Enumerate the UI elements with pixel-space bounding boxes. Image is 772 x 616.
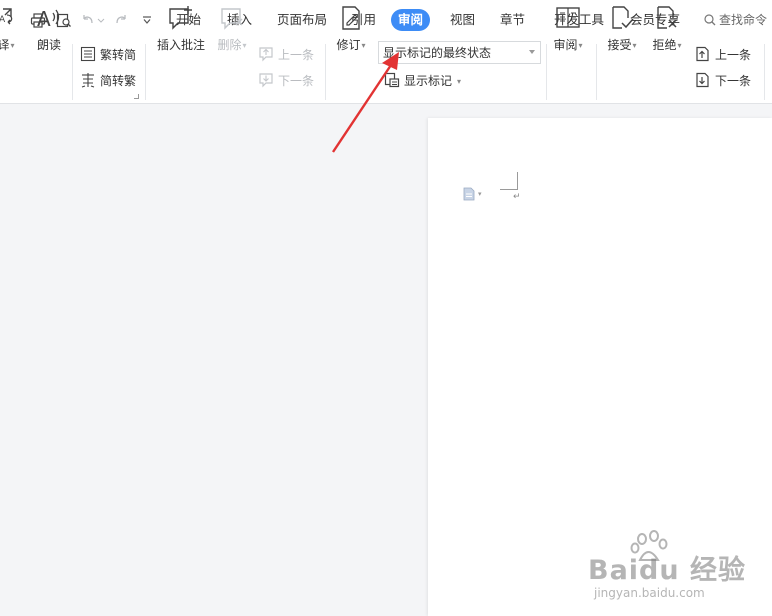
separator	[72, 44, 73, 100]
reject-label: 拒绝	[652, 38, 677, 52]
paragraph-mark-icon: ↵	[513, 192, 521, 202]
previous-change-label: 上一条	[715, 47, 752, 62]
traditional-to-simplified-button[interactable]: 繁转简	[80, 44, 136, 64]
show-markup-icon	[384, 72, 400, 88]
delete-label: 删除	[217, 38, 242, 52]
markup-mode-value: 显示标记的最终状态	[383, 46, 492, 60]
track-changes-icon	[336, 4, 366, 32]
translate-button[interactable]: A 翻译▾	[0, 4, 22, 60]
delete-comment-icon	[217, 4, 247, 32]
separator	[596, 44, 597, 100]
translate-icon: A	[0, 4, 15, 32]
insert-comment-icon	[166, 4, 196, 32]
separator	[764, 44, 765, 100]
command-search[interactable]: 查找命令	[704, 9, 767, 31]
previous-change-icon	[696, 46, 709, 62]
search-icon	[704, 14, 716, 26]
track-changes-button[interactable]: 修订 ▾	[329, 4, 373, 60]
read-aloud-button[interactable]: A 朗读	[27, 4, 71, 60]
delete-comment-button[interactable]: 删除 ▾	[210, 4, 254, 60]
translate-label: 翻译	[0, 38, 10, 52]
traditional-to-simplified-label: 繁转简	[100, 47, 137, 62]
baidu-watermark: Baidu 经验 jingyan.baidu.com	[588, 530, 745, 610]
tab-review[interactable]: 审阅	[391, 9, 431, 31]
next-change-button[interactable]: 下一条	[695, 70, 751, 90]
next-comment-label: 下一条	[278, 73, 315, 88]
accept-label: 接受	[607, 38, 632, 52]
chevron-down-icon: ▾	[478, 190, 482, 198]
show-markup-button[interactable]: 显示标记 ▾	[384, 70, 461, 90]
insert-comment-button[interactable]: 插入批注	[157, 4, 205, 60]
watermark-title: Baidu 经验	[588, 555, 747, 586]
chevron-down-icon	[529, 50, 535, 54]
simplified-to-traditional-button[interactable]: 简转繁	[80, 70, 136, 90]
review-pane-icon	[553, 4, 583, 32]
next-change-label: 下一条	[715, 73, 752, 88]
watermark-url: jingyan.baidu.com	[594, 586, 705, 600]
review-pane-button[interactable]: 审阅 ▾	[546, 4, 590, 60]
svg-text:A: A	[37, 7, 51, 31]
previous-change-button[interactable]: 上一条	[695, 44, 751, 64]
separator	[145, 44, 146, 100]
traditional-char-icon	[80, 46, 96, 62]
search-label: 查找命令	[719, 13, 768, 27]
tab-page-layout[interactable]: 页面布局	[277, 9, 327, 31]
track-changes-label: 修订	[336, 38, 361, 52]
redo-icon[interactable]	[112, 11, 130, 29]
group-launcher-icon[interactable]	[134, 94, 139, 99]
accept-change-button[interactable]: 接受 ▾	[600, 4, 644, 60]
tab-section[interactable]: 章节	[500, 9, 525, 31]
undo-icon[interactable]	[80, 11, 108, 29]
tab-view[interactable]: 视图	[450, 9, 475, 31]
read-aloud-label: 朗读	[36, 38, 61, 52]
reject-change-button[interactable]: 拒绝 ▾	[645, 4, 689, 60]
insert-comment-label: 插入批注	[157, 38, 206, 52]
next-change-icon	[696, 72, 709, 88]
review-pane-label: 审阅	[553, 38, 578, 52]
reject-icon	[652, 4, 682, 32]
next-comment-button[interactable]: 下一条	[258, 70, 314, 90]
next-comment-icon	[259, 73, 273, 88]
accept-icon	[607, 4, 637, 32]
separator	[325, 44, 326, 100]
show-markup-label: 显示标记	[404, 73, 453, 88]
document-outline-button[interactable]: ▾	[463, 187, 482, 201]
document-icon	[463, 187, 475, 201]
previous-comment-icon	[259, 47, 273, 62]
simplified-to-traditional-label: 简转繁	[100, 73, 137, 88]
customize-toolbar-icon[interactable]	[140, 11, 154, 29]
simplified-char-icon	[81, 73, 95, 88]
previous-comment-label: 上一条	[278, 47, 315, 62]
markup-mode-select[interactable]: 显示标记的最终状态	[378, 41, 541, 64]
read-aloud-icon: A	[34, 4, 64, 32]
margin-corner-mark	[500, 172, 518, 190]
svg-text:A: A	[0, 15, 6, 25]
previous-comment-button[interactable]: 上一条	[258, 44, 314, 64]
